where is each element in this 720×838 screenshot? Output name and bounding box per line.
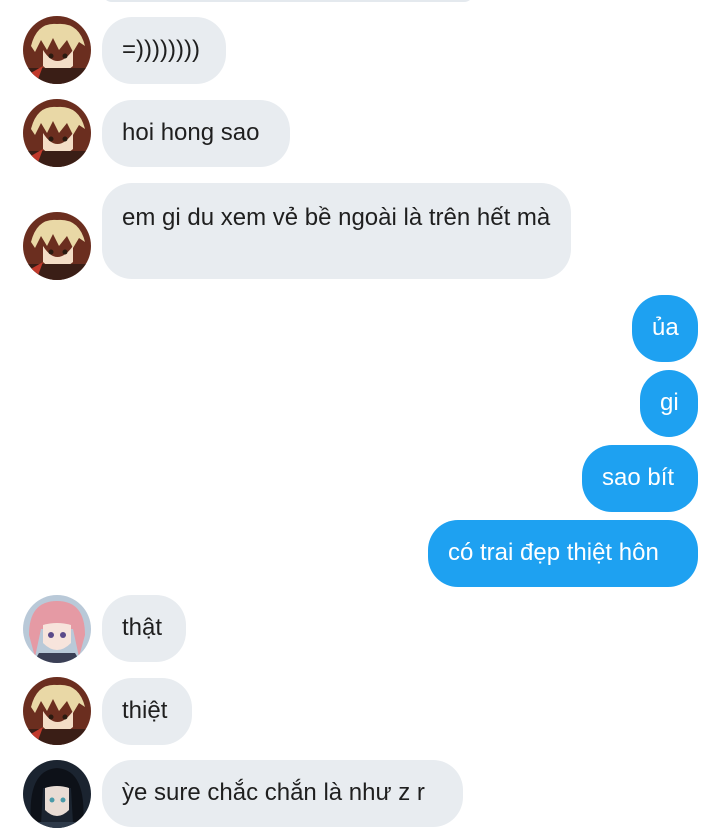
message-bubble[interactable]: hoi hong sao [102, 100, 290, 167]
avatar[interactable] [23, 595, 91, 663]
message-bubble[interactable]: thiệt [102, 678, 192, 745]
avatar-blonde-image [23, 99, 91, 167]
avatar[interactable] [23, 760, 91, 828]
avatar-blonde-image [23, 212, 91, 280]
avatar-pink-hair-image [23, 595, 91, 663]
message-bubble[interactable]: thật [102, 595, 186, 662]
avatar[interactable] [23, 212, 91, 280]
avatar[interactable] [23, 99, 91, 167]
message-bubble[interactable]: có trai đẹp thiệt hôn [428, 520, 698, 587]
avatar-blonde-image [23, 677, 91, 745]
avatar-dark-hair-image [23, 760, 91, 828]
message-bubble[interactable]: ủa [632, 295, 698, 362]
message-bubble[interactable]: em gi du xem vẻ bề ngoài là trên hết mà [102, 183, 571, 279]
avatar-blonde-image [23, 16, 91, 84]
message-bubble[interactable]: ỳe sure chắc chắn là như z r [102, 760, 463, 827]
previous-message-bubble-edge [102, 0, 474, 2]
avatar[interactable] [23, 16, 91, 84]
message-bubble[interactable]: gi [640, 370, 698, 437]
message-bubble[interactable]: =)))))))) [102, 17, 226, 84]
message-bubble[interactable]: sao bít [582, 445, 698, 512]
avatar[interactable] [23, 677, 91, 745]
